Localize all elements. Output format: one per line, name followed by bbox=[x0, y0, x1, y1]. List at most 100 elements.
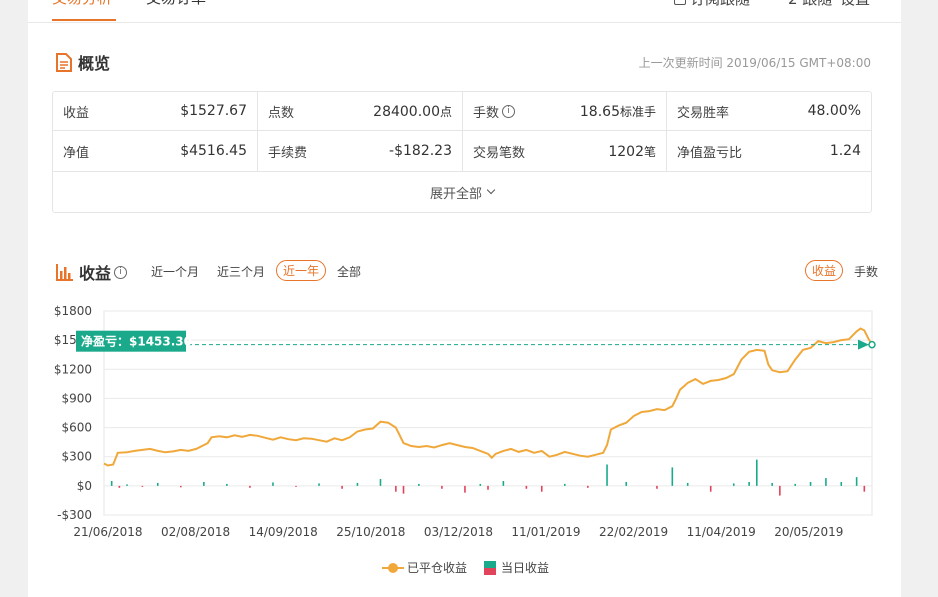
legend-daily-profit[interactable]: 当日收益 bbox=[484, 559, 549, 576]
chevron-down-icon bbox=[486, 185, 496, 195]
daily-profit-bar bbox=[502, 481, 505, 486]
stat-label: 收益 bbox=[63, 105, 90, 121]
x-tick-label: 11/01/2019 bbox=[511, 525, 580, 539]
legend-closed-profit[interactable]: 已平仓收益 bbox=[382, 559, 467, 576]
legend-daily-profit-label: 当日收益 bbox=[501, 561, 550, 575]
stat-label: 交易胜率 bbox=[677, 105, 730, 121]
stat-value-wrap: 18.65标准手 bbox=[580, 103, 656, 120]
x-tick-label: 20/05/2019 bbox=[774, 525, 843, 539]
stat-value: $1527.67 bbox=[180, 103, 247, 119]
stat-cell-profit: 收益 $1527.67 bbox=[53, 92, 258, 131]
stat-unit: 标准手 bbox=[619, 104, 656, 119]
daily-profit-bar bbox=[110, 481, 113, 486]
stat-unit: 点 bbox=[439, 104, 452, 119]
daily-profit-bar bbox=[540, 485, 543, 492]
range-1-month[interactable]: 近一个月 bbox=[151, 263, 199, 280]
info-icon[interactable]: i bbox=[114, 265, 128, 279]
daily-profit-bar bbox=[126, 484, 128, 486]
daily-profit-bar bbox=[525, 485, 528, 489]
profit-title: 收益 i bbox=[56, 260, 128, 284]
stat-label: 净值盈亏比 bbox=[677, 145, 743, 161]
profit-title-text: 收益 bbox=[79, 264, 112, 283]
daily-profit-bar bbox=[709, 485, 712, 492]
update-time: 上一次更新时间 2019/06/15 GMT+08:00 bbox=[638, 56, 871, 70]
daily-profit-bar bbox=[156, 482, 159, 486]
x-tick-label: 02/08/2018 bbox=[161, 525, 230, 539]
metric-lots[interactable]: 手数 bbox=[854, 263, 878, 280]
subscribe-button[interactable]: 订阅跟随 bbox=[674, 0, 750, 9]
info-icon[interactable]: i bbox=[502, 104, 516, 118]
document-icon bbox=[56, 52, 72, 72]
stat-value: 1.24 bbox=[829, 143, 861, 159]
stat-value: -$182.23 bbox=[389, 143, 452, 159]
range-all[interactable]: 全部 bbox=[337, 263, 361, 280]
stat-label: 净值 bbox=[63, 145, 90, 161]
daily-profit-bar bbox=[564, 483, 566, 486]
net-pl-arrow bbox=[858, 339, 869, 350]
stat-value: 48.00% bbox=[807, 103, 861, 119]
y-tick-label: $600 bbox=[61, 421, 92, 435]
daily-profit-bar bbox=[341, 485, 343, 489]
daily-profit-bar bbox=[141, 485, 144, 487]
stat-cell-points: 点数 28400.00点 bbox=[258, 92, 463, 131]
daily-profit-bar bbox=[825, 478, 827, 486]
stat-value: $4516.45 bbox=[180, 143, 247, 159]
daily-profit-bar bbox=[656, 485, 658, 489]
stat-value: 28400.00 bbox=[373, 103, 440, 120]
y-tick-label: -$300 bbox=[57, 508, 92, 522]
daily-profit-bar bbox=[863, 485, 866, 492]
tab-trade-analysis[interactable]: 交易分析 bbox=[52, 0, 112, 8]
net-pl-end-point bbox=[868, 340, 876, 349]
range-1-year[interactable]: 近一年 bbox=[276, 260, 327, 281]
daily-profit-bar bbox=[479, 483, 482, 486]
daily-profit-bar bbox=[771, 482, 773, 486]
stat-label: 手数 bbox=[473, 105, 500, 121]
overview-title: 概览 bbox=[56, 50, 110, 74]
tab-trade-orders[interactable]: 交易订单 bbox=[146, 0, 206, 8]
daily-profit-bar bbox=[748, 481, 750, 486]
daily-profit-bar bbox=[418, 483, 420, 486]
expand-all-button[interactable]: 展开全部 bbox=[53, 172, 871, 212]
two-color-bar-icon bbox=[484, 560, 496, 575]
daily-profit-bar bbox=[203, 481, 205, 486]
stat-value-wrap: 28400.00点 bbox=[373, 103, 452, 120]
closed-profit-line bbox=[103, 327, 873, 467]
y-tick-label: $300 bbox=[61, 450, 92, 464]
daily-profit-bar bbox=[441, 485, 443, 489]
range-3-months[interactable]: 近三个月 bbox=[217, 263, 265, 280]
main-panel: 交易分析 交易订单 订阅跟随 2 跟随 设置 概览 上一次更新时间 2019/0… bbox=[28, 0, 901, 597]
daily-profit-bar bbox=[379, 479, 382, 486]
stat-cell-lots: 手数 i 18.65标准手 bbox=[463, 92, 667, 131]
daily-profit-bar bbox=[625, 481, 628, 486]
daily-profit-bar bbox=[118, 485, 121, 488]
daily-profit-bar bbox=[180, 485, 182, 488]
daily-profit-bar bbox=[226, 483, 228, 486]
stat-unit: 笔 bbox=[643, 144, 656, 159]
daily-profit-bar bbox=[487, 485, 489, 490]
stat-cell-winrate: 交易胜率 48.00% bbox=[667, 92, 871, 131]
daily-profit-bar bbox=[809, 481, 812, 486]
x-tick-label: 22/02/2019 bbox=[599, 525, 668, 539]
daily-profit-bar bbox=[671, 467, 674, 486]
settings-button[interactable]: 设置 bbox=[840, 0, 870, 9]
daily-profit-bar bbox=[794, 483, 796, 486]
expand-all-label: 展开全部 bbox=[429, 186, 482, 202]
subscribe-label: 订阅跟随 bbox=[690, 0, 750, 8]
daily-profit-bar bbox=[272, 482, 274, 486]
daily-profit-bar bbox=[686, 482, 689, 486]
stats-table: 收益 $1527.67 点数 28400.00点 手数 i 18.65标准手 交易… bbox=[52, 91, 872, 213]
stat-label-wrap: 手数 i bbox=[473, 102, 516, 121]
daily-profit-bar bbox=[356, 482, 359, 486]
stat-label: 点数 bbox=[268, 105, 295, 121]
stat-cell-trades: 交易笔数 1202笔 bbox=[463, 131, 667, 172]
stat-value: 1202 bbox=[608, 143, 644, 160]
followers-button[interactable]: 2 跟随 bbox=[788, 0, 832, 9]
stat-cell-equity: 净值 $4516.45 bbox=[53, 131, 258, 172]
stat-value: 18.65 bbox=[579, 103, 620, 120]
metric-profit[interactable]: 收益 bbox=[805, 260, 844, 281]
daily-profit-bar bbox=[587, 485, 589, 488]
daily-profit-bar bbox=[779, 485, 781, 496]
stat-label: 手续费 bbox=[268, 145, 308, 161]
daily-profit-bar bbox=[402, 485, 405, 494]
y-tick-label: $900 bbox=[61, 391, 92, 405]
